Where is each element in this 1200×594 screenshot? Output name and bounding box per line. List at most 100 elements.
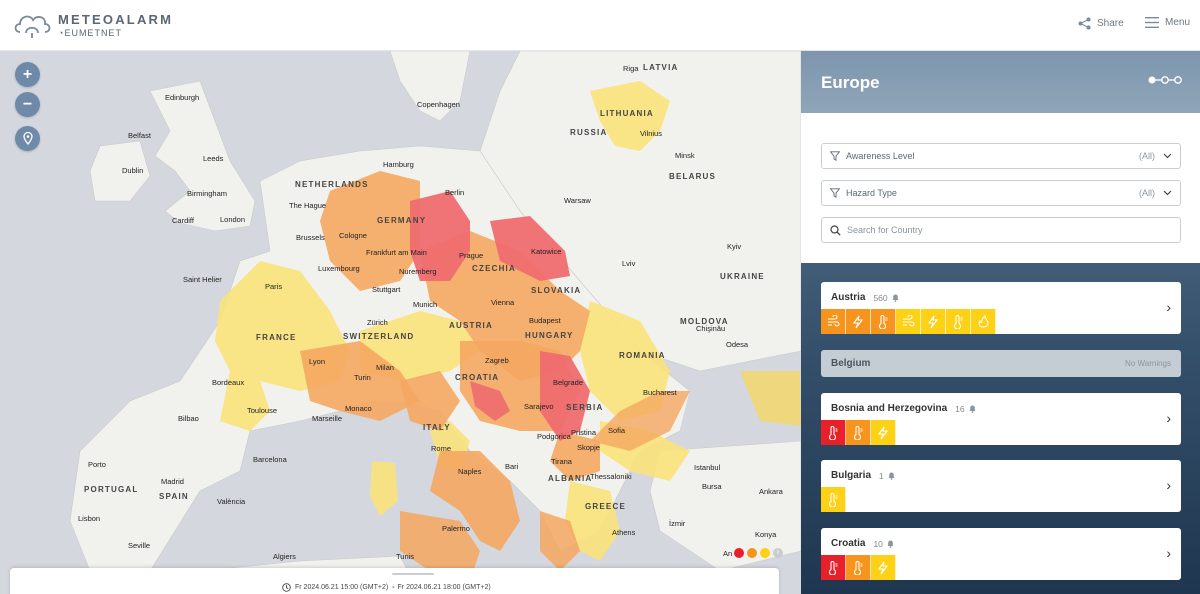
country-label-croatia: CROATIA: [455, 373, 500, 382]
city-label-warsaw: Warsaw: [564, 196, 591, 205]
warning-icons-row: [821, 487, 846, 512]
city-label-nuremberg: Nuremberg: [399, 267, 437, 276]
country-name-text: Bulgaria: [831, 470, 872, 481]
forest-fire-icon[interactable]: [971, 309, 996, 334]
thunderstorm-icon[interactable]: [846, 309, 871, 334]
city-label-paris: Paris: [265, 282, 283, 291]
bell-icon: [887, 540, 894, 548]
high-temperature-icon[interactable]: [821, 420, 846, 445]
country-search-input[interactable]: Search for Country: [821, 217, 1181, 243]
country-label-portugal: PORTUGAL: [84, 485, 139, 494]
chevron-right-icon[interactable]: ›: [1166, 410, 1171, 426]
time-separator: -: [392, 584, 395, 591]
city-label-tirana: Tirana: [551, 457, 572, 466]
city-label-lisbon: Lisbon: [78, 514, 101, 523]
locate-button[interactable]: [15, 126, 40, 151]
city-label-vilnius: Vilnius: [640, 129, 662, 138]
wind-icon[interactable]: [896, 309, 921, 334]
wind-icon[interactable]: [821, 309, 846, 334]
chevron-right-icon[interactable]: ›: [1166, 477, 1171, 493]
time-from: Fr 2024.06.21 15:00 (GMT+2): [295, 584, 389, 591]
city-label-bordeaux: Bordeaux: [212, 378, 245, 387]
chevron-right-icon[interactable]: ›: [1166, 299, 1171, 315]
city-label-vienna: Vienna: [491, 298, 515, 307]
city-label-berlin: Berlin: [445, 188, 465, 197]
city-label-birmingham: Birmingham: [187, 189, 228, 198]
meteoalarm-logo[interactable]: METEOALARM ◔EUMETNET: [12, 10, 173, 40]
city-label-riga: Riga: [623, 64, 639, 73]
city-label-pristina: Pristina: [571, 428, 597, 437]
awareness-legend[interactable]: i: [734, 548, 783, 558]
city-label-barcelona: Barcelona: [253, 455, 287, 464]
bell-icon: [969, 405, 976, 413]
country-card-bosnia-and-herzegovina[interactable]: Bosnia and Herzegovina 16 ›: [821, 393, 1181, 445]
city-label-belgrade: Belgrade: [553, 378, 584, 387]
high-temperature-icon[interactable]: [846, 555, 871, 580]
warning-count: 10: [873, 539, 894, 549]
city-label-madrid: Madrid: [161, 477, 184, 486]
city-label-bari: Bari: [505, 462, 519, 471]
country-label-hungary: HUNGARY: [525, 331, 574, 340]
country-label-latvia: LATVIA: [643, 63, 679, 72]
city-label-leeds: Leeds: [203, 154, 224, 163]
city-label-dublin: Dublin: [122, 166, 144, 175]
high-temperature-icon[interactable]: [946, 309, 971, 334]
country-label-russia: RUSSIA: [570, 128, 608, 137]
warning-map[interactable]: LATVIA LITHUANIA RUSSIA BELARUS NETHERLA…: [0, 51, 801, 594]
city-label-copenhagen: Copenhagen: [417, 100, 460, 109]
thunderstorm-icon[interactable]: [871, 420, 896, 445]
warning-count-text: 560: [873, 292, 888, 303]
time-to: Fr 2024.06.21 18:00 (GMT+2): [397, 584, 491, 591]
zoom-out-button[interactable]: −: [15, 92, 40, 117]
high-temperature-icon[interactable]: [821, 555, 846, 580]
thunderstorm-icon[interactable]: [921, 309, 946, 334]
country-card-belgium[interactable]: Belgium No Warnings: [821, 350, 1181, 377]
menu-button[interactable]: Menu: [1145, 17, 1190, 28]
city-label-turin: Turin: [354, 373, 371, 382]
zoom-in-button[interactable]: +: [15, 62, 40, 87]
time-range: Fr 2024.06.21 15:00 (GMT+2) - Fr 2024.06…: [282, 583, 491, 592]
country-card-austria[interactable]: Austria 560 ›: [821, 282, 1181, 334]
city-label-cardiff: Cardiff: [172, 216, 194, 225]
city-label-zagreb: Zagreb: [485, 356, 509, 365]
city-label-lyon: Lyon: [309, 357, 325, 366]
country-name: Austria 560: [831, 292, 900, 303]
warning-count-text: 16: [955, 403, 965, 414]
country-label-czechia: CZECHIA: [472, 264, 516, 273]
hazard-type-filter[interactable]: Hazard Type (All): [821, 180, 1181, 206]
city-label-edinburgh: Edinburgh: [165, 93, 200, 102]
city-label-marseille: Marseille: [312, 414, 343, 423]
top-header: METEOALARM ◔EUMETNET Share Menu: [0, 0, 1200, 51]
view-toggle-icon[interactable]: [1148, 75, 1182, 85]
time-slider-bar[interactable]: Fr 2024.06.21 15:00 (GMT+2) - Fr 2024.06…: [10, 568, 779, 594]
chevron-right-icon[interactable]: ›: [1166, 545, 1171, 561]
high-temperature-icon[interactable]: [871, 309, 896, 334]
time-bar-handle[interactable]: [392, 573, 434, 575]
city-label-athens: Athens: [612, 528, 636, 537]
city-label-sarajevo: Sarajevo: [524, 402, 554, 411]
info-icon[interactable]: i: [773, 548, 783, 558]
share-button[interactable]: Share: [1078, 17, 1124, 30]
high-temperature-icon[interactable]: [821, 487, 846, 512]
country-card-bulgaria[interactable]: Bulgaria 1 ›: [821, 460, 1181, 512]
country-card-croatia[interactable]: Croatia 10 ›: [821, 528, 1181, 580]
city-label-palermo: Palermo: [442, 524, 470, 533]
city-label-ankara: Ankara: [759, 487, 783, 496]
hamburger-icon: [1145, 17, 1159, 28]
country-label-ukraine: UKRAINE: [720, 272, 765, 281]
legend-red-dot: [734, 548, 744, 558]
city-label-valencia: València: [217, 497, 246, 506]
city-label-bursa: Bursa: [702, 482, 722, 491]
awareness-level-label: Awareness Level: [846, 151, 915, 161]
country-label-belarus: BELARUS: [669, 172, 717, 181]
awareness-level-filter[interactable]: Awareness Level (All): [821, 143, 1181, 169]
bell-icon: [892, 294, 899, 302]
high-temperature-icon[interactable]: [846, 420, 871, 445]
share-label: Share: [1097, 18, 1124, 29]
warning-count: 16: [955, 404, 976, 414]
city-label-podgorica: Podgorica: [537, 432, 571, 441]
location-pin-icon: [22, 132, 33, 145]
thunderstorm-icon[interactable]: [871, 555, 896, 580]
city-label-thessaloniki: Thessaloniki: [590, 472, 632, 481]
warning-count: 1: [879, 471, 896, 481]
